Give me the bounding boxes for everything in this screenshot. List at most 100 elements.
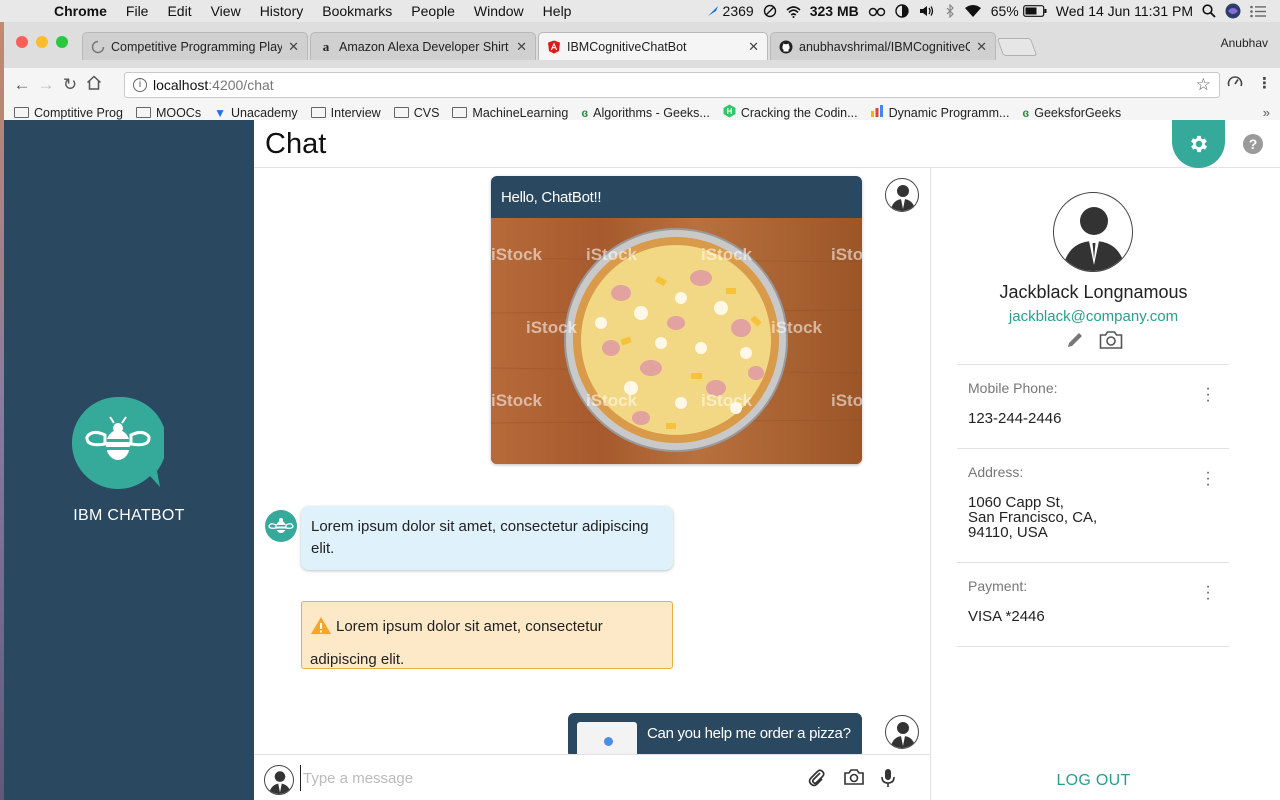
site-info-icon[interactable]: i [133,78,147,92]
attach-icon[interactable] [807,768,827,788]
image-watermark: iStock [771,318,823,337]
notification-center-icon[interactable] [1250,5,1266,18]
geeksforgeeks-icon: ɞ [581,105,589,120]
tab-close-icon[interactable]: ✕ [288,39,299,55]
window-controls [16,36,68,48]
tab-competitive-programming[interactable]: Competitive Programming Play ✕ [82,32,308,60]
bluetooth-icon[interactable] [945,4,955,18]
unacademy-icon: ▼ [214,105,226,120]
field-label-mobile: Mobile Phone: [968,380,1058,396]
help-icon[interactable]: ? [1243,134,1263,154]
bookmark-cvs[interactable]: CVS [393,106,439,120]
bookmark-geeksforgeeks[interactable]: ɞ GeeksforGeeks [1022,106,1121,120]
tab-close-icon[interactable]: ✕ [516,39,527,55]
edit-pencil-icon[interactable] [1065,330,1085,353]
profile-name: Jackblack Longnamous [999,282,1188,302]
map-pin-icon [604,737,613,746]
forward-arrow-icon[interactable]: → [34,75,58,95]
user-message-image: Hello, ChatBot!! iStock iStock iStock iS… [491,176,862,464]
profile-avatar[interactable] [1053,192,1133,272]
spotlight-search-icon[interactable] [1202,4,1216,18]
home-icon[interactable] [82,75,106,95]
tab-ibm-chatbot[interactable]: IBMCognitiveChatBot ✕ [538,32,768,60]
zoom-window-button[interactable] [56,36,68,48]
tab-label: Amazon Alexa Developer Shirt [339,39,509,54]
tab-strip: Competitive Programming Play ✕ a Amazon … [4,22,1280,68]
glasses-icon[interactable] [868,5,886,17]
mobile-more-icon[interactable]: · · · [1203,381,1213,409]
bookmark-dynamic-programming[interactable]: Dynamic Programm... [870,105,1009,120]
ban-icon[interactable] [763,4,777,18]
pizza-image[interactable]: iStock iStock iStock iStock iStock iStoc… [491,218,862,464]
memory-usage[interactable]: 323 MB [810,3,859,19]
menu-file[interactable]: File [126,3,149,19]
field-value-address-line3: 94110, USA [968,524,1048,541]
message-input[interactable] [300,765,790,791]
contrast-icon[interactable] [895,4,909,18]
tab-amazon-alexa[interactable]: a Amazon Alexa Developer Shirt ✕ [310,32,536,60]
menu-history[interactable]: History [260,3,304,19]
chat-thread[interactable]: Hello, ChatBot!! iStock iStock iStock iS… [254,168,930,754]
menu-help[interactable]: Help [543,3,572,19]
bookmark-interview[interactable]: Interview [310,106,381,120]
message-composer [254,754,930,800]
minimize-window-button[interactable] [36,36,48,48]
battery-status[interactable]: 65% [991,3,1047,19]
user-avatar [885,178,919,212]
bookmark-unacademy[interactable]: ▼ Unacademy [214,106,298,120]
message-thumbnail[interactable] [577,722,637,754]
bookmark-cracking-the-coding[interactable]: H Cracking the Codin... [723,104,858,121]
camera-icon[interactable] [844,768,864,788]
profile-name[interactable]: Anubhav [1221,36,1268,50]
image-watermark: iStock [831,245,862,264]
bot-warning-message: Lorem ipsum dolor sit amet, consectetur … [301,601,673,669]
menu-window[interactable]: Window [474,3,524,19]
new-tab-button[interactable] [996,38,1038,56]
battery-icon [1022,5,1047,17]
wifi-small-icon[interactable] [786,5,801,18]
bookmark-star-icon[interactable]: ☆ [1196,75,1211,95]
settings-button[interactable] [1172,120,1225,168]
bookmark-algorithms-geeks[interactable]: ɞ Algorithms - Geeks... [581,106,710,120]
more-bookmarks-icon[interactable]: » [1263,105,1270,120]
browser-menu-icon[interactable]: ⋮ [1257,74,1272,94]
logout-button[interactable]: LOG OUT [931,772,1256,790]
menu-edit[interactable]: Edit [167,3,191,19]
camera-icon[interactable] [1099,330,1123,353]
microphone-icon[interactable] [880,768,900,788]
chatbot-app: IBM CHATBOT Chat ? Hello, ChatBot!! iSto… [4,120,1280,800]
menu-app-name[interactable]: Chrome [54,3,107,19]
hackerrank-icon: H [723,104,736,121]
image-watermark: iStock [491,245,543,264]
bookmark-moocs[interactable]: MOOCs [135,106,201,120]
siri-icon[interactable] [1225,3,1241,19]
image-watermark: iStock [701,245,753,264]
menu-people[interactable]: People [411,3,455,19]
menu-view[interactable]: View [211,3,241,19]
menu-bookmarks[interactable]: Bookmarks [322,3,392,19]
address-more-icon[interactable]: · · · [1203,465,1213,493]
tab-close-icon[interactable]: ✕ [976,39,987,55]
profile-actions [1065,330,1123,353]
clock[interactable]: Wed 14 Jun 11:31 PM [1056,3,1193,19]
tab-label: Competitive Programming Play [111,39,283,54]
volume-icon[interactable] [918,4,936,18]
wifi-icon[interactable] [964,4,982,18]
bookmark-comptitive-prog[interactable]: Comptitive Prog [14,106,123,120]
close-window-button[interactable] [16,36,28,48]
profile-divider [957,562,1229,563]
warning-text: Lorem ipsum dolor sit amet, consectetur … [310,618,603,668]
payment-more-icon[interactable]: · · · [1203,579,1213,607]
status-count[interactable]: 2369 [706,3,754,19]
back-arrow-icon[interactable]: ← [10,75,34,95]
geeksforgeeks-icon: ɞ [1022,105,1030,120]
bookmark-machinelearning[interactable]: MachineLearning [452,106,568,120]
tab-label: IBMCognitiveChatBot [567,39,687,54]
profile-email[interactable]: jackblack@company.com [931,308,1256,325]
tab-close-icon[interactable]: ✕ [748,39,759,55]
address-bar[interactable]: i localhost:4200/chat ☆ [124,72,1220,98]
reload-icon[interactable]: ↻ [58,75,82,95]
tab-github-repo[interactable]: anubhavshrimal/IBMCognitiveC ✕ [770,32,996,60]
speed-gauge-icon[interactable] [1227,74,1243,94]
browser-window: Competitive Programming Play ✕ a Amazon … [4,22,1280,800]
